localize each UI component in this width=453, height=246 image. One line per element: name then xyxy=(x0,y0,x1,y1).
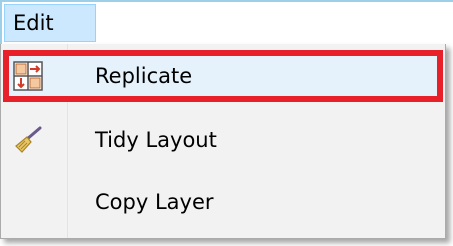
menu-item-label: Tidy Layout xyxy=(95,128,217,152)
menu-bar: Edit xyxy=(0,0,453,44)
app-window: Edit Replicate Tidy Layout Copy Layer xyxy=(0,0,453,246)
menu-item-label: Copy Layer xyxy=(95,190,214,214)
menu-item-replicate[interactable]: Replicate xyxy=(3,50,443,102)
replicate-icon xyxy=(13,61,43,91)
edit-dropdown-menu: Replicate Tidy Layout Copy Layer xyxy=(0,44,446,239)
menu-item-copy-layer[interactable]: Copy Layer xyxy=(3,176,443,228)
menu-item-label: Replicate xyxy=(95,64,193,88)
menu-item-tidy-layout[interactable]: Tidy Layout xyxy=(3,114,443,166)
menu-edit[interactable]: Edit xyxy=(4,4,96,42)
broom-icon xyxy=(13,125,43,155)
